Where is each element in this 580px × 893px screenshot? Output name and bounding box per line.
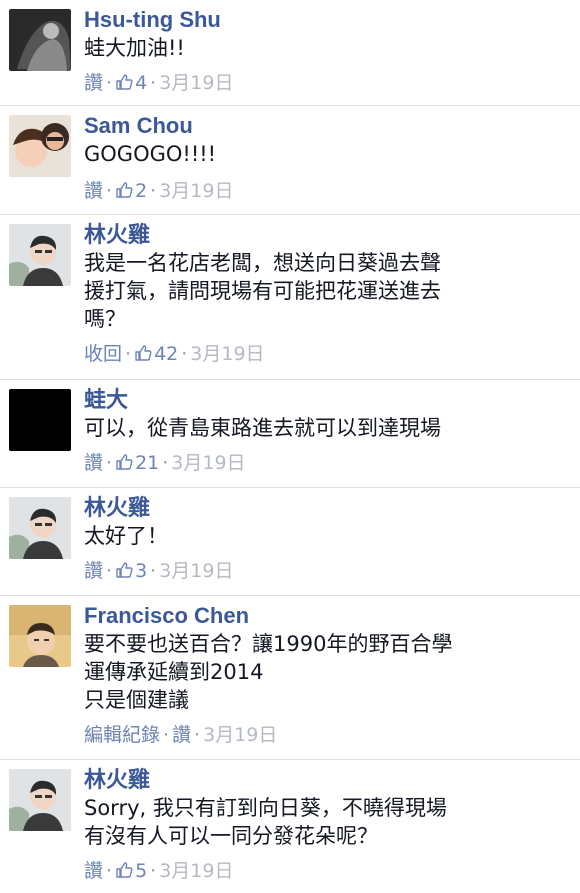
comment-meta: 讚 · 2 · 3月19日 — [84, 180, 234, 202]
like-button[interactable]: 讚 — [84, 180, 103, 202]
avatar[interactable] — [9, 769, 71, 831]
commenter-name[interactable]: Francisco Chen — [84, 602, 249, 630]
like-count[interactable]: 4 — [115, 72, 147, 94]
thumbs-up-icon — [115, 73, 133, 91]
like-count[interactable]: 2 — [115, 180, 147, 202]
comment-text: 蛙大加油!! — [84, 36, 185, 60]
thumbs-up-icon — [115, 453, 133, 471]
avatar[interactable] — [9, 389, 71, 451]
unlike-button[interactable]: 收回 — [84, 343, 122, 365]
thumbs-up-icon — [115, 561, 133, 579]
thumbs-up-icon — [115, 861, 133, 879]
comment-item: 林火雞 我是一名花店老闆，想送向日葵過去聲 援打氣，請問現場有可能把花運送進去 … — [0, 215, 580, 380]
like-button[interactable]: 讚 — [172, 724, 191, 746]
avatar[interactable] — [9, 605, 71, 667]
thumbs-up-icon — [115, 181, 133, 199]
comment-date: 3月19日 — [159, 560, 234, 582]
commenter-name[interactable]: 林火雞 — [84, 221, 150, 249]
like-button[interactable]: 讚 — [84, 860, 103, 882]
avatar[interactable] — [9, 497, 71, 559]
like-count[interactable]: 3 — [115, 560, 147, 582]
commenter-name[interactable]: Hsu-ting Shu — [84, 6, 221, 34]
comment-text: 可以，從青島東路進去就可以到達現場 — [84, 416, 441, 440]
commenter-name[interactable]: 林火雞 — [84, 766, 150, 794]
comment-text: 我是一名花店老闆，想送向日葵過去聲 援打氣，請問現場有可能把花運送進去 嗎？ — [84, 251, 441, 331]
comment-meta: 編輯紀錄 · 讚 · 3月19日 — [84, 724, 278, 746]
like-count[interactable]: 21 — [115, 452, 159, 474]
avatar[interactable] — [9, 224, 71, 286]
avatar[interactable] — [9, 9, 71, 71]
commenter-name[interactable]: 林火雞 — [84, 494, 150, 522]
like-button[interactable]: 讚 — [84, 72, 103, 94]
comment-text: 太好了！ — [84, 524, 168, 548]
comment-meta: 讚 · 3 · 3月19日 — [84, 560, 234, 582]
comment-meta: 讚 · 5 · 3月19日 — [84, 860, 234, 882]
comment-item: 林火雞 Sorry, 我只有訂到向日葵，不曉得現場 有沒有人可以一同分發花朵呢？… — [0, 760, 580, 893]
like-button[interactable]: 讚 — [84, 560, 103, 582]
comment-meta: 讚 · 21 · 3月19日 — [84, 452, 246, 474]
comment-text: GOGOGO!!!! — [84, 142, 217, 166]
thumbs-up-icon — [134, 344, 152, 362]
comment-item: 林火雞 太好了！ 讚 · 3 · 3月19日 — [0, 488, 580, 596]
like-count[interactable]: 42 — [134, 343, 178, 365]
comment-meta: 收回 · 42 · 3月19日 — [84, 343, 265, 365]
comment-text: Sorry, 我只有訂到向日葵，不曉得現場 有沒有人可以一同分發花朵呢？ — [84, 796, 447, 848]
like-count[interactable]: 5 — [115, 860, 147, 882]
comment-date: 3月19日 — [159, 860, 234, 882]
commenter-name[interactable]: 蛙大 — [84, 386, 128, 414]
commenter-name[interactable]: Sam Chou — [84, 112, 193, 140]
avatar[interactable] — [9, 115, 71, 177]
like-button[interactable]: 讚 — [84, 452, 103, 474]
comment-item: 蛙大 可以，從青島東路進去就可以到達現場 讚 · 21 · 3月19日 — [0, 380, 580, 488]
comment-text: 要不要也送百合？讓1990年的野百合學 運傳承延續到2014 只是個建議 — [84, 632, 453, 712]
comment-date: 3月19日 — [159, 72, 234, 94]
comment-item: Francisco Chen 要不要也送百合？讓1990年的野百合學 運傳承延續… — [0, 596, 580, 760]
comment-date: 3月19日 — [171, 452, 246, 474]
comment-item: Hsu-ting Shu 蛙大加油!! 讚 · 4 · 3月19日 — [0, 0, 580, 106]
comment-date: 3月19日 — [190, 343, 265, 365]
comment-meta: 讚 · 4 · 3月19日 — [84, 72, 234, 94]
comment-item: Sam Chou GOGOGO!!!! 讚 · 2 · 3月19日 — [0, 106, 580, 215]
comment-date: 3月19日 — [203, 724, 278, 746]
edit-history-link[interactable]: 編輯紀錄 — [84, 724, 160, 746]
comment-date: 3月19日 — [159, 180, 234, 202]
